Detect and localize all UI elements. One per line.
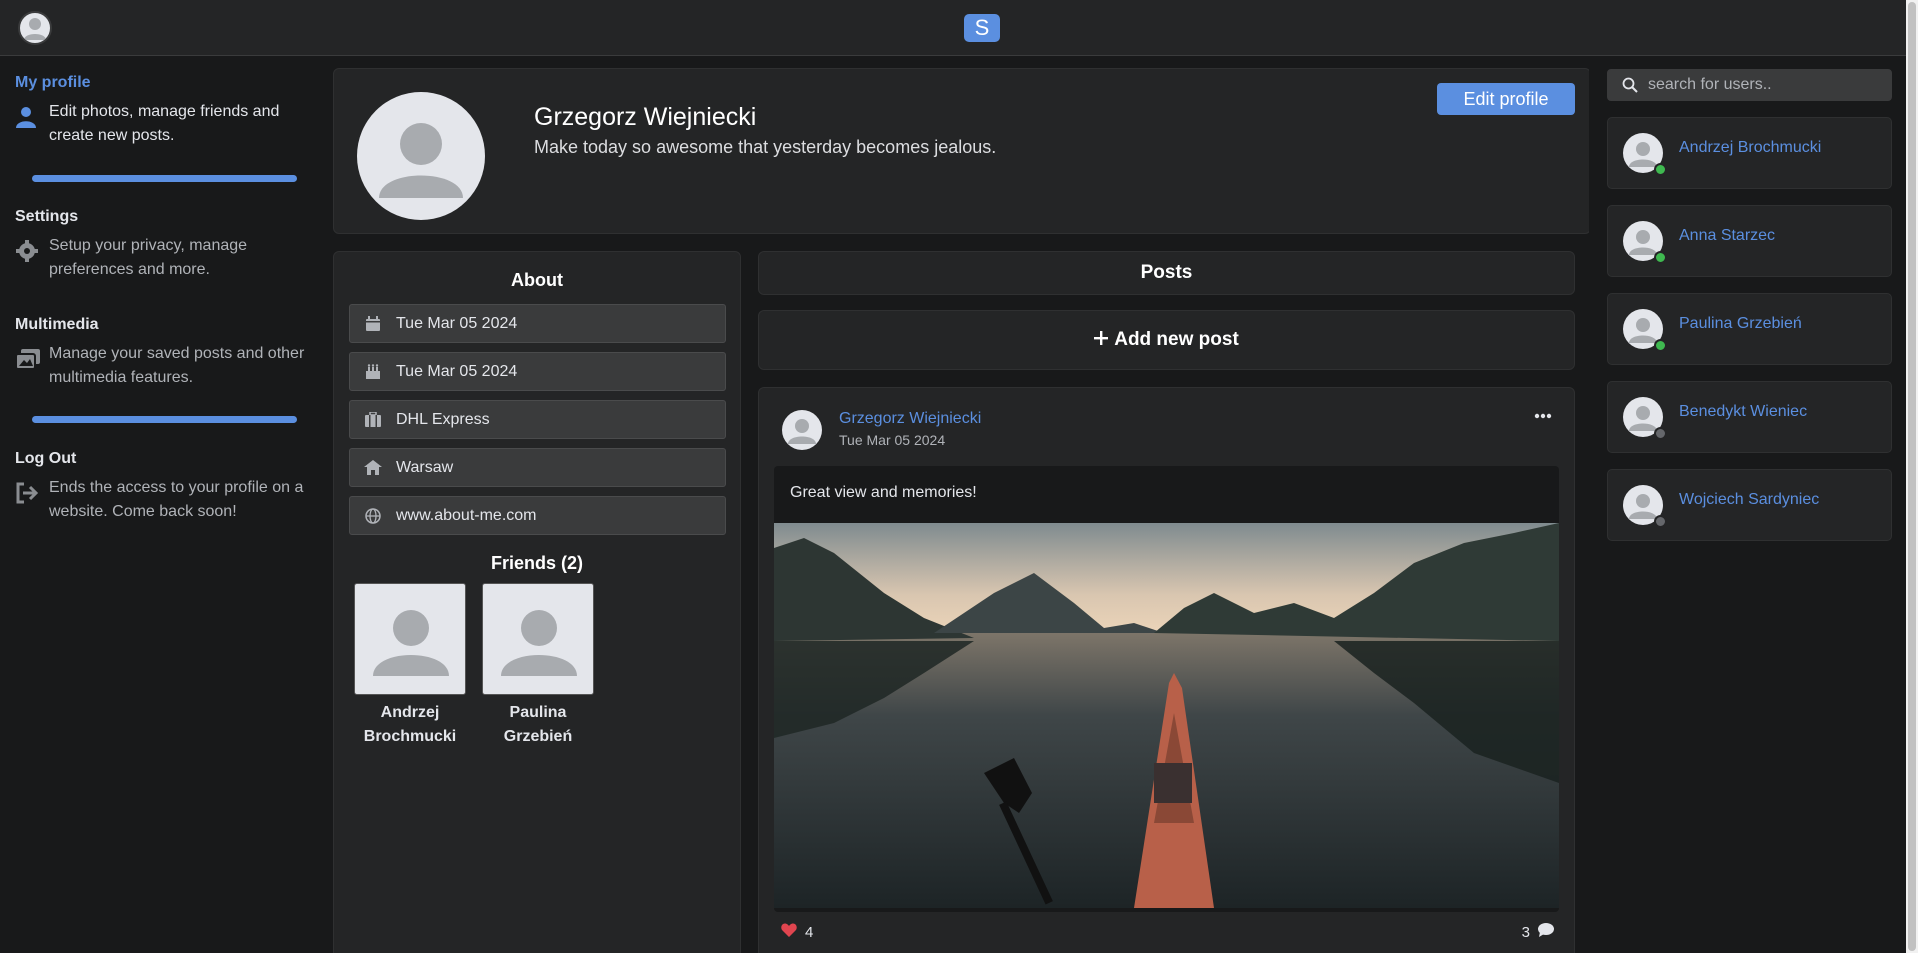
user-list-item[interactable]: Benedykt Wieniec (1607, 381, 1892, 453)
default-avatar-icon (373, 610, 449, 676)
about-title: About (511, 270, 563, 290)
comments-button[interactable]: 3 (1522, 923, 1554, 941)
sidebar-item-settings[interactable]: Settings Setup your privacy, manage pref… (15, 208, 305, 282)
sign-out-icon (15, 478, 49, 508)
sidebar-item-title: Multimedia (15, 316, 99, 333)
about-item-city: Warsaw (349, 448, 726, 487)
friend-avatar (482, 583, 594, 695)
edit-profile-button[interactable]: Edit profile (1437, 83, 1575, 115)
search-icon (1622, 77, 1638, 93)
profile-name: Grzegorz Wiejniecki (534, 103, 757, 131)
calendar-icon (350, 316, 396, 331)
offline-status-dot (1654, 427, 1667, 440)
user-list-item[interactable]: Anna Starzec (1607, 205, 1892, 277)
sidebar-item-my-profile[interactable]: My profile Edit photos, manage friends a… (15, 74, 305, 148)
online-status-dot (1654, 251, 1667, 264)
about-item-text: www.about-me.com (396, 506, 537, 524)
user-icon (15, 102, 49, 132)
default-avatar-icon (788, 419, 816, 444)
plus-icon (1094, 311, 1109, 369)
profile-header-card: Grzegorz Wiejniecki Make today so awesom… (333, 68, 1591, 234)
add-new-post-button[interactable]: Add new post (758, 310, 1575, 370)
post-author-name[interactable]: Grzegorz Wiejniecki (839, 410, 981, 428)
search-input[interactable] (1648, 76, 1878, 94)
friend-name: Paulina Grzebień (503, 704, 573, 745)
heart-icon (781, 923, 797, 941)
more-options-icon[interactable] (1534, 402, 1552, 425)
user-search-box[interactable] (1607, 69, 1892, 101)
main-content: Grzegorz Wiejniecki Make today so awesom… (317, 56, 1591, 953)
sidebar-item-title: Log Out (15, 450, 77, 467)
post-image[interactable] (774, 523, 1559, 908)
online-status-dot (1654, 163, 1667, 176)
about-item-text: Tue Mar 05 2024 (396, 362, 518, 380)
sidebar-item-desc: Manage your saved posts and other multim… (49, 345, 305, 386)
right-sidebar: Andrzej Brochmucki Anna Starzec Paulina … (1589, 56, 1906, 953)
user-name[interactable]: Paulina Grzebień (1679, 315, 1802, 333)
sidebar-item-multimedia[interactable]: Multimedia Manage your saved posts and o… (15, 316, 305, 390)
top-bar: S (0, 0, 1918, 56)
online-status-dot (1654, 339, 1667, 352)
posts-title: Posts (1140, 262, 1193, 283)
post-body: Great view and memories! (774, 466, 1559, 912)
sidebar-divider-bar (32, 175, 297, 182)
offline-status-dot (1654, 515, 1667, 528)
sidebar-item-log-out[interactable]: Log Out Ends the access to your profile … (15, 450, 305, 524)
about-card: About Tue Mar 05 2024 Tue Mar 05 2024 DH… (333, 251, 741, 953)
default-avatar-icon (379, 123, 463, 198)
app-logo[interactable]: S (964, 14, 1000, 42)
friend-avatar (354, 583, 466, 695)
birthday-cake-icon (350, 364, 396, 379)
about-item-text: Warsaw (396, 458, 454, 476)
user-list-item[interactable]: Andrzej Brochmucki (1607, 117, 1892, 189)
like-button[interactable]: 4 (781, 923, 813, 941)
likes-count: 4 (805, 923, 814, 941)
user-list-item[interactable]: Paulina Grzebień (1607, 293, 1892, 365)
friends-title: Friends (2) (490, 553, 583, 573)
friend-card[interactable]: Paulina Grzebień (481, 583, 595, 749)
user-avatar-button[interactable] (18, 11, 52, 45)
globe-icon (350, 507, 396, 524)
about-item-website[interactable]: www.about-me.com (349, 496, 726, 535)
sidebar-item-title: My profile (15, 74, 91, 91)
comments-count: 3 (1521, 923, 1530, 941)
add-new-post-label: Add new post (1114, 329, 1239, 351)
user-list-item[interactable]: Wojciech Sardyniec (1607, 469, 1892, 541)
about-item-text: DHL Express (396, 410, 490, 428)
photo-gallery-icon (15, 344, 49, 374)
post-text: Great view and memories! (790, 484, 977, 501)
sidebar-item-desc: Setup your privacy, manage preferences a… (49, 237, 248, 278)
briefcase-icon (350, 412, 396, 427)
friend-card[interactable]: Andrzej Brochmucki (353, 583, 467, 749)
scrollbar-thumb[interactable] (1908, 2, 1916, 951)
about-item-workplace: DHL Express (349, 400, 726, 439)
home-icon (350, 460, 396, 475)
post-date: Tue Mar 05 2024 (839, 432, 946, 448)
comment-icon (1538, 923, 1554, 941)
user-name[interactable]: Andrzej Brochmucki (1679, 139, 1821, 157)
about-item-joined-date: Tue Mar 05 2024 (349, 304, 726, 343)
posts-header: Posts (758, 251, 1575, 295)
left-sidebar: My profile Edit photos, manage friends a… (0, 56, 317, 953)
user-name[interactable]: Anna Starzec (1679, 227, 1775, 245)
profile-bio: Make today so awesome that yesterday bec… (534, 137, 997, 157)
user-name[interactable]: Benedykt Wieniec (1679, 403, 1807, 421)
user-name[interactable]: Wojciech Sardyniec (1679, 491, 1819, 509)
default-avatar-icon (501, 610, 577, 676)
profile-avatar[interactable] (357, 92, 485, 220)
user-avatar-icon (24, 18, 46, 40)
sidebar-item-title: Settings (15, 208, 79, 225)
gear-icon (15, 236, 49, 266)
about-item-text: Tue Mar 05 2024 (396, 314, 518, 332)
sidebar-divider-bar (32, 416, 297, 423)
sidebar-item-desc: Edit photos, manage friends and create n… (49, 103, 280, 144)
post-card: Grzegorz Wiejniecki Tue Mar 05 2024 Grea… (758, 387, 1575, 953)
page-scrollbar[interactable] (1906, 0, 1918, 953)
sidebar-item-desc: Ends the access to your profile on a web… (49, 479, 304, 520)
post-author-avatar[interactable] (782, 410, 822, 450)
friend-name: Andrzej Brochmucki (363, 704, 457, 745)
about-item-birthday: Tue Mar 05 2024 (349, 352, 726, 391)
